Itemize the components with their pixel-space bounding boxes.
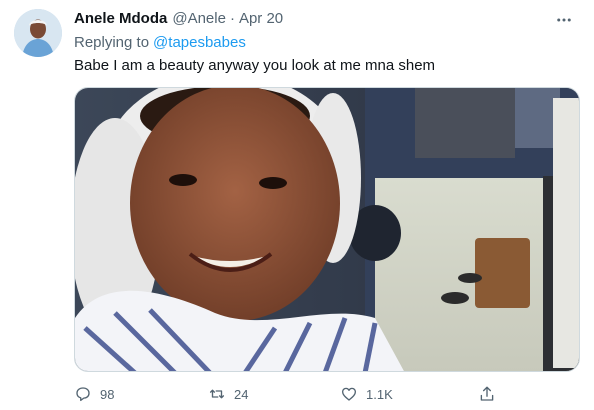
- author-name[interactable]: Anele Mdoda: [74, 10, 167, 27]
- reply-icon: [76, 387, 90, 402]
- like-count: 1.1K: [366, 386, 393, 402]
- share-button[interactable]: [478, 382, 504, 406]
- tweet-header: Anele Mdoda @Anele · Apr 20: [74, 10, 283, 30]
- more-options-button[interactable]: [552, 8, 576, 32]
- author-handle[interactable]: @Anele: [172, 10, 226, 27]
- reply-count: 98: [100, 386, 115, 402]
- replying-to: Replying to @tapesbabes: [74, 34, 246, 51]
- heart-icon: [341, 387, 357, 401]
- tweet-photo[interactable]: [74, 87, 580, 372]
- tweet-date[interactable]: Apr 20: [239, 10, 283, 27]
- more-horizontal-icon: [557, 18, 571, 22]
- avatar-image: [14, 9, 62, 57]
- reply-button[interactable]: 98: [74, 382, 114, 406]
- author-avatar[interactable]: [14, 9, 62, 57]
- like-button[interactable]: 1.1K: [340, 382, 393, 406]
- share-icon: [480, 386, 494, 401]
- replying-to-link[interactable]: @tapesbabes: [153, 34, 246, 51]
- replying-prefix: Replying to: [74, 34, 150, 51]
- header-separator: ·: [229, 10, 235, 27]
- retweet-button[interactable]: 24: [208, 382, 248, 406]
- retweet-icon: [209, 389, 225, 399]
- photo-image: [75, 88, 579, 371]
- tweet-actions: 98 24 1.1K: [74, 382, 514, 406]
- retweet-count: 24: [234, 386, 249, 402]
- tweet-text: Babe I am a beauty anyway you look at me…: [74, 57, 436, 74]
